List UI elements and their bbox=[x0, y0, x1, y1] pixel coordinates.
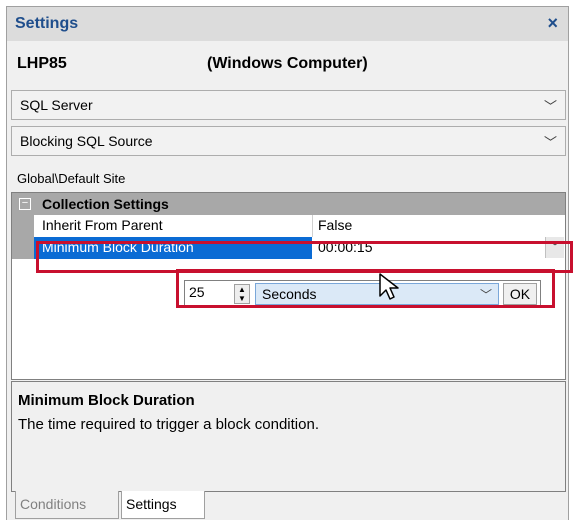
host-type: (Windows Computer) bbox=[207, 55, 368, 72]
description-title: Minimum Block Duration bbox=[18, 392, 195, 409]
tab-conditions[interactable]: Conditions bbox=[15, 491, 119, 519]
duration-unit-value: Seconds bbox=[262, 286, 317, 302]
data-source-dropdown[interactable]: Blocking SQL Source ﹀ bbox=[11, 126, 566, 156]
tab-settings[interactable]: Settings bbox=[121, 491, 205, 519]
description-text: The time required to trigger a block con… bbox=[18, 416, 319, 433]
settings-panel: Settings × LHP85 (Windows Computer) SQL … bbox=[6, 6, 569, 520]
duration-unit-select[interactable]: Seconds ﹀ bbox=[255, 283, 499, 305]
host-name: LHP85 bbox=[17, 55, 67, 72]
duration-editor-popup: 25 ▲ ▼ Seconds ﹀ OK bbox=[184, 280, 541, 308]
category-title: Collection Settings bbox=[42, 196, 169, 212]
property-name: Minimum Block Duration bbox=[42, 239, 194, 255]
chevron-down-icon: ﹀ bbox=[543, 99, 557, 114]
server-type-dropdown[interactable]: SQL Server ﹀ bbox=[11, 90, 566, 120]
close-icon[interactable]: × bbox=[547, 13, 558, 34]
property-grid: − Collection Settings Inherit From Paren… bbox=[11, 192, 566, 380]
server-type-value: SQL Server bbox=[20, 97, 93, 113]
ok-button[interactable]: OK bbox=[503, 283, 537, 305]
chevron-down-icon: ﹀ bbox=[543, 135, 557, 150]
site-path: Global\Default Site bbox=[17, 171, 126, 186]
row-gutter bbox=[12, 215, 34, 237]
mouse-cursor-icon bbox=[379, 273, 399, 300]
panel-title: Settings bbox=[15, 15, 79, 32]
spinner-icon[interactable]: ▲ ▼ bbox=[234, 284, 250, 304]
property-name: Inherit From Parent bbox=[42, 217, 163, 233]
property-value[interactable]: 00:00:15 bbox=[318, 239, 373, 255]
dropdown-arrow-icon[interactable]: ﹀ bbox=[545, 237, 564, 258]
description-pane: Minimum Block Duration The time required… bbox=[11, 381, 566, 492]
column-divider bbox=[312, 215, 313, 237]
property-row-min-block-duration[interactable]: Minimum Block Duration 00:00:15 ﹀ bbox=[12, 237, 565, 259]
property-value[interactable]: False bbox=[318, 217, 352, 233]
data-source-value: Blocking SQL Source bbox=[20, 133, 153, 149]
duration-number-input[interactable]: 25 bbox=[189, 284, 205, 300]
row-gutter bbox=[12, 237, 34, 259]
panel-titlebar: Settings × bbox=[7, 7, 568, 41]
category-header[interactable]: − Collection Settings bbox=[12, 193, 565, 215]
collapse-icon[interactable]: − bbox=[19, 198, 31, 210]
chevron-down-icon: ﹀ bbox=[479, 288, 492, 302]
property-row-inherit[interactable]: Inherit From Parent False bbox=[12, 215, 565, 237]
